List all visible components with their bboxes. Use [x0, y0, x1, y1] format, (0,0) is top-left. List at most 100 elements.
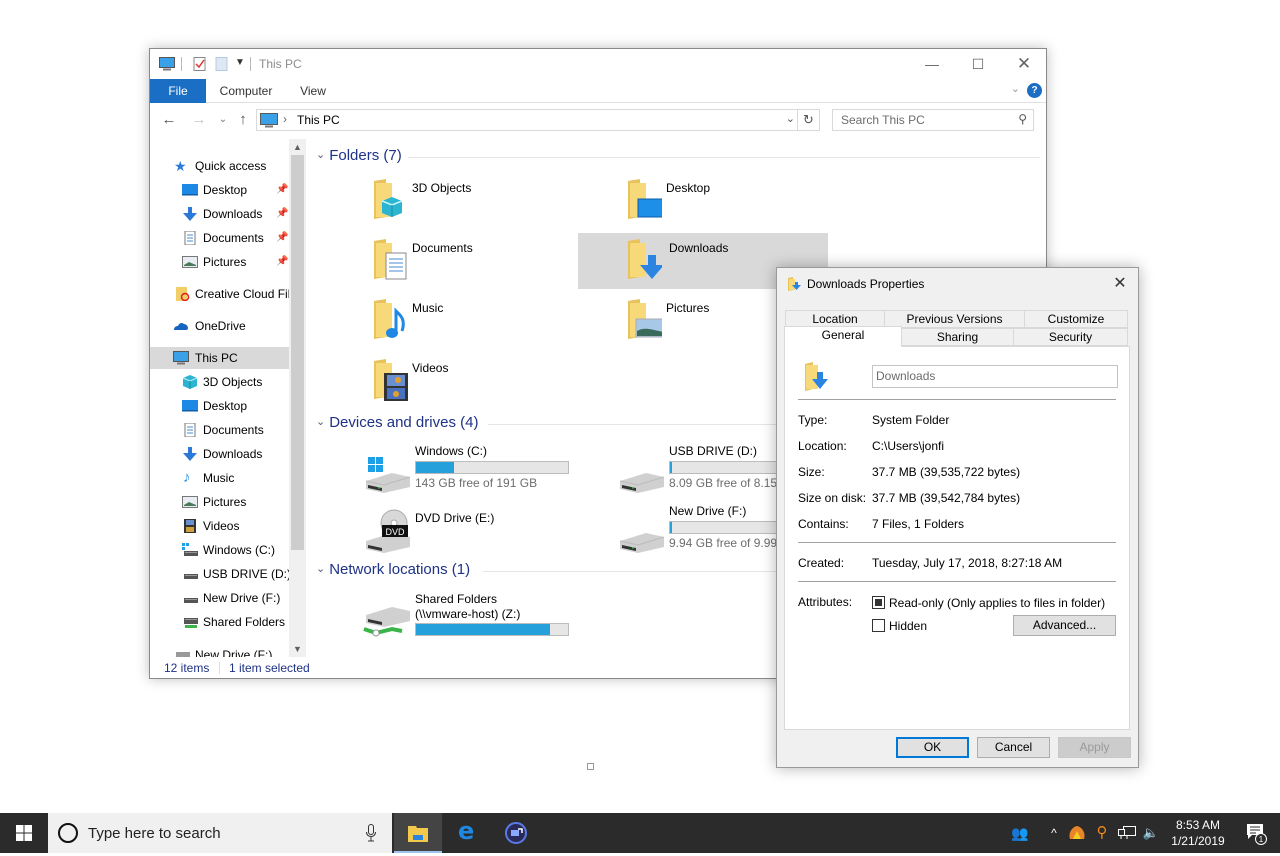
- tab-general[interactable]: General: [784, 326, 902, 347]
- microphone-icon[interactable]: [366, 824, 376, 842]
- properties-icon[interactable]: [192, 57, 208, 71]
- sidebar-item-this-pc[interactable]: This PC: [150, 347, 289, 369]
- refresh-button[interactable]: ↻: [798, 109, 820, 131]
- group-header-devices[interactable]: ⌄ Devices and drives (4): [316, 414, 478, 434]
- cortana-icon[interactable]: [58, 823, 78, 843]
- edge-icon: e: [458, 817, 475, 845]
- expand-ribbon-icon[interactable]: ⌄: [1011, 82, 1020, 95]
- collapse-chevron-icon[interactable]: ⌄: [316, 562, 325, 575]
- tab-file[interactable]: File: [150, 79, 206, 103]
- sidebar-item-videos[interactable]: Videos: [150, 515, 289, 537]
- sidebar-item-onedrive[interactable]: OneDrive: [150, 315, 289, 337]
- sidebar-item-pictures[interactable]: Pictures: [150, 491, 289, 513]
- search-input[interactable]: [833, 110, 1003, 130]
- folder-tile-videos[interactable]: Videos: [364, 353, 614, 409]
- hidden-checkbox[interactable]: [872, 619, 885, 632]
- general-tab-panel: Downloads Type: System Folder Location: …: [784, 346, 1130, 730]
- sidebar-item-quick-access[interactable]: ★ Quick access: [150, 155, 289, 177]
- sidebar-item-downloads[interactable]: Downloads: [150, 443, 289, 465]
- tray-warning-icon[interactable]: [1066, 813, 1088, 853]
- navigation-pane-scrollbar[interactable]: ▲ ▼: [289, 139, 306, 657]
- tab-previous-versions[interactable]: Previous Versions: [884, 310, 1025, 328]
- taskbar-file-explorer[interactable]: [394, 813, 442, 853]
- close-button[interactable]: ✕: [1001, 49, 1047, 79]
- sidebar-item-desktop[interactable]: Desktop: [150, 395, 289, 417]
- sidebar-item-music[interactable]: ♪ Music: [150, 467, 289, 489]
- sidebar-item-creative-cloud[interactable]: Creative Cloud Fil: [150, 283, 289, 305]
- tab-customize[interactable]: Customize: [1024, 310, 1128, 328]
- cancel-button[interactable]: Cancel: [977, 737, 1050, 758]
- network-icon[interactable]: [1116, 813, 1138, 853]
- tab-view[interactable]: View: [290, 79, 336, 103]
- scroll-up-icon[interactable]: ▲: [289, 139, 306, 155]
- sidebar-item-new-drive-f[interactable]: New Drive (F:): [150, 587, 289, 609]
- address-dropdown-icon[interactable]: ⌄: [786, 112, 795, 125]
- sidebar-item-windows-c[interactable]: Windows (C:): [150, 539, 289, 561]
- pin-icon[interactable]: 📌: [276, 203, 288, 225]
- start-button[interactable]: [0, 813, 48, 853]
- advanced-button[interactable]: Advanced...: [1013, 615, 1116, 636]
- tab-security[interactable]: Security: [1013, 328, 1128, 346]
- folder-tile-3d-objects[interactable]: 3D Objects: [364, 173, 614, 229]
- sidebar-item-shared-folders[interactable]: Shared Folders (\: [150, 611, 289, 633]
- help-icon[interactable]: ?: [1027, 83, 1042, 98]
- collapse-chevron-icon[interactable]: ⌄: [316, 415, 325, 428]
- readonly-label[interactable]: Read-only (Only applies to files in fold…: [889, 596, 1105, 610]
- back-button[interactable]: ←: [159, 110, 179, 130]
- search-box[interactable]: ⚲: [832, 109, 1034, 131]
- taskbar-search-box[interactable]: Type here to search: [48, 813, 392, 853]
- folder-name-field[interactable]: Downloads: [872, 365, 1118, 388]
- sidebar-item-documents[interactable]: Documents: [150, 419, 289, 441]
- folder-tile-documents[interactable]: Documents: [364, 233, 614, 289]
- forward-button[interactable]: →: [189, 110, 209, 130]
- sidebar-item-documents[interactable]: Documents 📌: [150, 227, 289, 249]
- scrollbar-thumb[interactable]: [291, 155, 304, 550]
- sidebar-item-new-drive-f[interactable]: New Drive (F:): [150, 641, 289, 657]
- folder-tile-music[interactable]: Music: [364, 293, 614, 349]
- address-bar[interactable]: › This PC ⌄: [256, 109, 798, 131]
- up-button[interactable]: ↑: [233, 110, 253, 130]
- scroll-down-icon[interactable]: ▼: [289, 641, 306, 657]
- sidebar-item-pictures[interactable]: Pictures 📌: [150, 251, 289, 273]
- sidebar-item-3d-objects[interactable]: 3D Objects: [150, 371, 289, 393]
- sidebar-item-downloads[interactable]: Downloads 📌: [150, 203, 289, 225]
- volume-icon[interactable]: 🔈: [1140, 813, 1162, 853]
- collapse-chevron-icon[interactable]: ⌄: [316, 148, 325, 161]
- maximize-button[interactable]: ☐: [955, 49, 1001, 79]
- apply-button[interactable]: Apply: [1058, 737, 1131, 758]
- breadcrumb-this-pc[interactable]: This PC: [297, 113, 340, 127]
- hidden-label[interactable]: Hidden: [889, 619, 927, 633]
- downloads-folder-icon: [788, 277, 801, 291]
- readonly-checkbox[interactable]: [872, 596, 885, 609]
- navigation-pane: ★ Quick access Desktop 📌 Downloads 📌 Doc…: [150, 139, 306, 657]
- dialog-close-button[interactable]: ✕: [1108, 272, 1132, 296]
- sidebar-item-desktop[interactable]: Desktop 📌: [150, 179, 289, 201]
- drive-usage-bar: [415, 623, 569, 636]
- pin-icon[interactable]: 📌: [276, 179, 288, 201]
- tab-computer[interactable]: Computer: [212, 79, 280, 103]
- folder-tile-desktop[interactable]: Desktop: [618, 173, 868, 229]
- clock[interactable]: 8:53 AM 1/21/2019: [1164, 817, 1232, 849]
- people-icon[interactable]: 👥: [1008, 813, 1032, 853]
- action-center-button[interactable]: 1: [1236, 813, 1276, 853]
- ok-button[interactable]: OK: [896, 737, 969, 758]
- pin-icon[interactable]: 📌: [276, 227, 288, 249]
- pin-icon[interactable]: 📌: [276, 251, 288, 273]
- taskbar-app[interactable]: [492, 813, 540, 853]
- computer-icon: [159, 57, 175, 71]
- minimize-button[interactable]: —: [909, 49, 955, 79]
- recent-locations-button[interactable]: ⌄: [213, 110, 233, 130]
- taskbar-edge[interactable]: e: [444, 813, 492, 853]
- customize-quick-access-icon[interactable]: ▼: [235, 57, 245, 68]
- document-icon: [184, 423, 196, 437]
- search-app-icon[interactable]: ⚲: [1092, 813, 1112, 853]
- pictures-icon: [182, 256, 198, 268]
- group-header-folders[interactable]: ⌄ Folders (7): [316, 147, 402, 167]
- tab-sharing[interactable]: Sharing: [901, 328, 1014, 346]
- search-icon[interactable]: ⚲: [1018, 112, 1027, 126]
- sidebar-item-usb-drive-d[interactable]: USB DRIVE (D:): [150, 563, 289, 585]
- new-folder-icon[interactable]: [214, 57, 230, 71]
- network-name-line2: (\\vmware-host) (Z:): [415, 607, 521, 621]
- group-header-network[interactable]: ⌄ Network locations (1): [316, 561, 470, 581]
- show-hidden-icons-button[interactable]: ^: [1044, 813, 1064, 853]
